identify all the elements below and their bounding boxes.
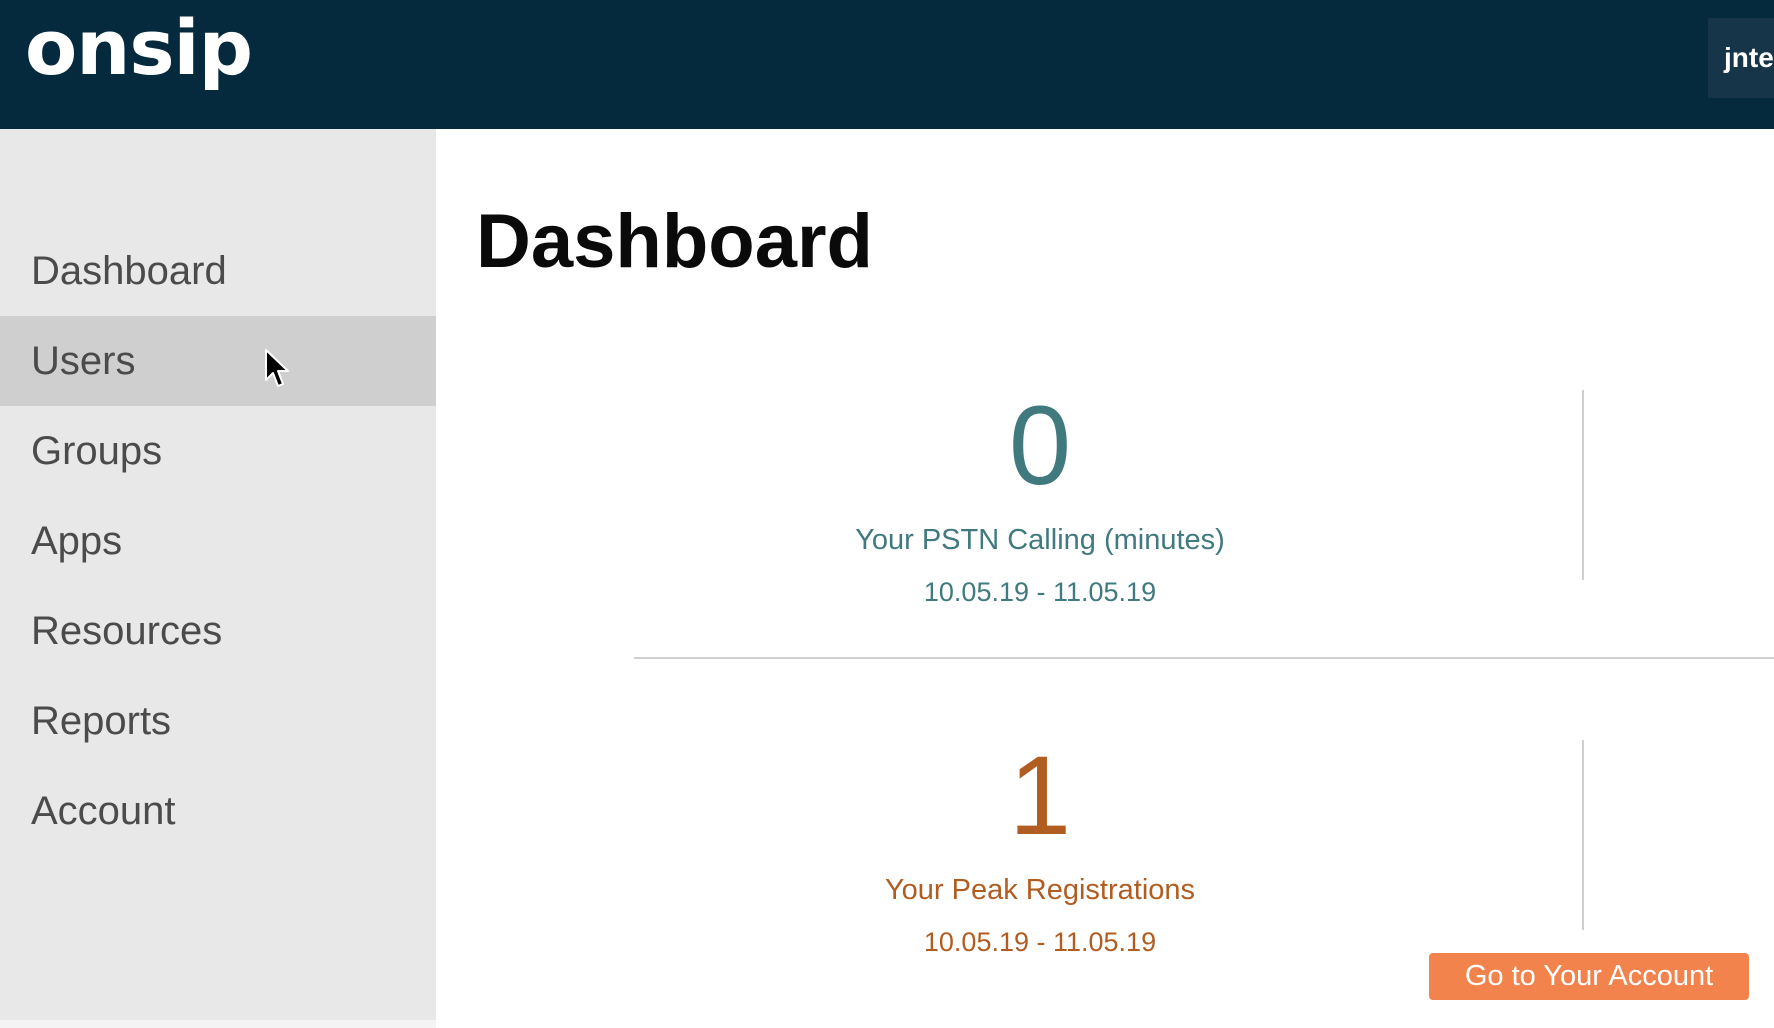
stat-divider-horizontal (634, 657, 1774, 659)
pstn-calling-label: Your PSTN Calling (minutes) (855, 524, 1225, 556)
sidebar-item-resources[interactable]: Resources (0, 586, 436, 676)
peak-registrations-stat: 1 Your Peak Registrations 10.05.19 - 11.… (640, 740, 1440, 958)
sidebar-item-groups[interactable]: Groups (0, 406, 436, 496)
sidebar-item-account[interactable]: Account (0, 766, 436, 856)
go-to-account-button[interactable]: Go to Your Account (1429, 953, 1749, 1000)
stat-divider-vertical (1582, 740, 1584, 930)
peak-registrations-value: 1 (1008, 733, 1072, 858)
user-menu-button[interactable]: jnte (1708, 18, 1774, 98)
sidebar-item-reports[interactable]: Reports (0, 676, 436, 766)
pstn-calling-value: 0 (1008, 383, 1072, 508)
peak-registrations-label: Your Peak Registrations (884, 874, 1196, 906)
pstn-calling-date-range: 10.05.19 - 11.05.19 (923, 577, 1157, 607)
top-header: onsip jnte (0, 0, 1774, 129)
sidebar-item-users[interactable]: Users (0, 316, 436, 406)
mouse-cursor-icon (265, 349, 289, 387)
sidebar-item-apps[interactable]: Apps (0, 496, 436, 586)
sidebar-nav: Dashboard Users Groups Apps Resources Re… (0, 226, 436, 856)
stat-divider-vertical (1582, 390, 1584, 580)
sidebar: Dashboard Users Groups Apps Resources Re… (0, 129, 436, 1028)
pstn-calling-stat: 0 Your PSTN Calling (minutes) 10.05.19 -… (640, 390, 1440, 608)
sidebar-item-dashboard[interactable]: Dashboard (0, 226, 436, 316)
page-title: Dashboard (476, 199, 873, 284)
user-name-label: jnte (1724, 42, 1774, 73)
onsip-logo[interactable]: onsip (25, 10, 253, 86)
peak-registrations-date-range: 10.05.19 - 11.05.19 (923, 927, 1157, 957)
